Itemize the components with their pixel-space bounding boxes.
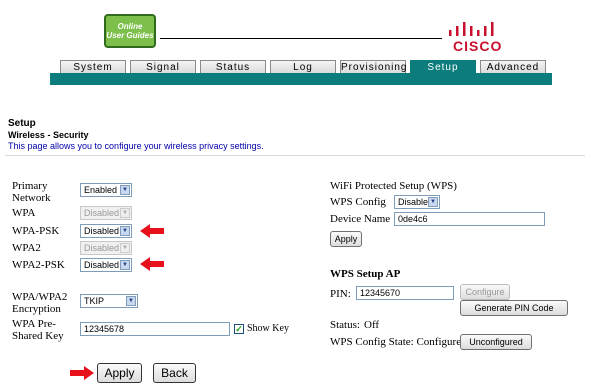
wpa-select: Disabled ▼ xyxy=(80,206,132,220)
wps-apply-button[interactable]: Apply xyxy=(330,231,362,247)
show-key-label: Show Key xyxy=(247,323,289,334)
logo-line-2: User Guides xyxy=(106,31,154,40)
unconfigured-button[interactable]: Unconfigured xyxy=(460,334,532,350)
wps-config-state-label: WPS Config State: Configured xyxy=(330,336,467,348)
encryption-select[interactable]: TKIP ▼ xyxy=(80,294,138,308)
online-user-guides-logo[interactable]: Online User Guides xyxy=(104,14,156,48)
tab-signal[interactable]: Signal xyxy=(130,60,196,74)
primary-network-label: Primary Network xyxy=(12,180,51,204)
pre-shared-key-input[interactable]: 12345678 xyxy=(80,322,230,336)
chevron-down-icon: ▼ xyxy=(120,260,130,270)
cisco-bars-icon xyxy=(449,22,494,36)
encryption-label: WPA/WPA2 Encryption xyxy=(12,291,68,315)
device-name-label: Device Name xyxy=(330,213,391,225)
wps-config-select[interactable]: Disable ▼ xyxy=(394,195,440,209)
tab-log[interactable]: Log xyxy=(270,60,336,74)
wpa2-label: WPA2 xyxy=(12,242,41,254)
chevron-down-icon: ▼ xyxy=(120,185,130,195)
pre-shared-key-label: WPA Pre- Shared Key xyxy=(12,318,64,342)
wps-config-label: WPS Config xyxy=(330,196,386,208)
red-arrow-icon xyxy=(140,224,164,238)
configure-button: Configure xyxy=(460,284,510,300)
tab-setup[interactable]: Setup xyxy=(410,60,476,74)
tab-provisioning[interactable]: Provisioning xyxy=(340,60,406,74)
tab-advanced[interactable]: Advanced xyxy=(480,60,546,74)
wpa2-select: Disabled ▼ xyxy=(80,241,132,255)
chevron-down-icon: ▼ xyxy=(120,243,130,253)
section-divider xyxy=(5,155,585,156)
wps-setup-ap-title: WPS Setup AP xyxy=(330,268,401,280)
chevron-down-icon: ▼ xyxy=(428,197,438,207)
wpa-label: WPA xyxy=(12,207,36,219)
chevron-down-icon: ▼ xyxy=(126,296,136,306)
wps-status-label: Status: xyxy=(330,319,360,331)
page-title: Setup xyxy=(8,118,36,129)
wpa-psk-label: WPA-PSK xyxy=(12,225,60,237)
chevron-down-icon: ▼ xyxy=(120,226,130,236)
generate-pin-button[interactable]: Generate PIN Code xyxy=(460,300,568,316)
show-key-checkbox[interactable]: ✓ xyxy=(234,324,244,334)
back-button[interactable]: Back xyxy=(153,363,196,383)
tab-system[interactable]: System xyxy=(60,60,126,74)
page-description: This page allows you to configure your w… xyxy=(8,141,264,151)
pin-label: PIN: xyxy=(330,288,351,300)
pin-input[interactable]: 12345670 xyxy=(356,286,454,300)
chevron-down-icon: ▼ xyxy=(120,208,130,218)
red-arrow-icon xyxy=(140,257,164,271)
header-divider xyxy=(160,38,442,39)
logo-line-1: Online xyxy=(117,22,143,31)
primary-network-select[interactable]: Enabled ▼ xyxy=(80,183,132,197)
page-subtitle: Wireless - Security xyxy=(8,130,89,140)
tab-status[interactable]: Status xyxy=(200,60,266,74)
red-arrow-icon xyxy=(70,366,94,380)
wpa2-psk-select[interactable]: Disabled ▼ xyxy=(80,258,132,272)
wps-title: WiFi Protected Setup (WPS) xyxy=(330,180,457,192)
wpa-psk-select[interactable]: Disabled ▼ xyxy=(80,224,132,238)
cisco-logo-text: CISCO xyxy=(453,38,503,54)
device-name-input[interactable]: 0de4c6 xyxy=(394,212,545,226)
wps-status-value: Off xyxy=(364,319,380,331)
top-nav-tabs: System Signal Status Log Provisioning Se… xyxy=(60,60,546,74)
apply-button[interactable]: Apply xyxy=(97,363,142,383)
wpa2-psk-label: WPA2-PSK xyxy=(12,259,65,271)
nav-underline-bar xyxy=(50,73,552,85)
